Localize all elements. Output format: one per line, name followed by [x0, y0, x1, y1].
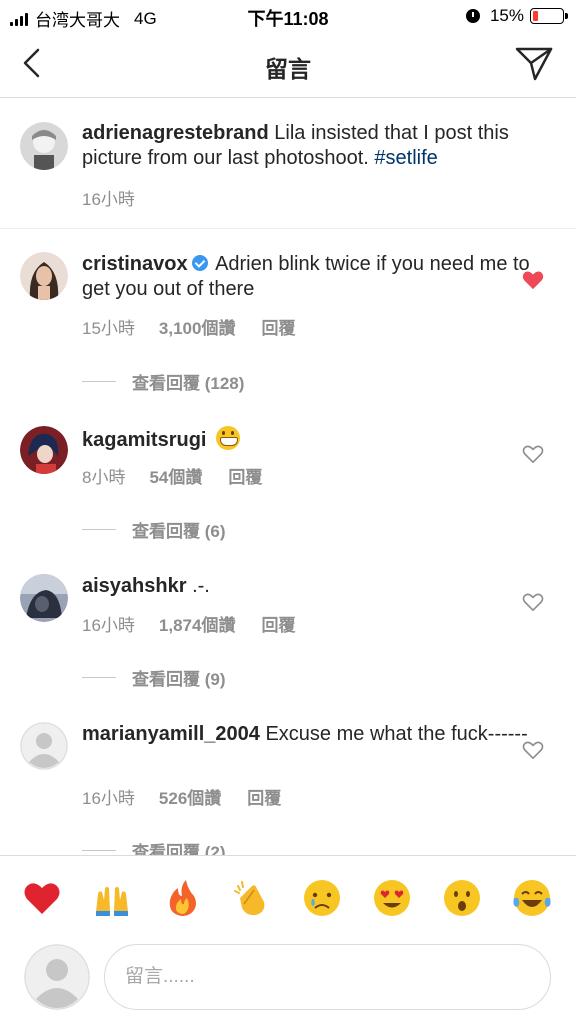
- comment-likes[interactable]: 3,100個讚: [159, 314, 236, 339]
- divider-line: [82, 677, 116, 678]
- divider-line: [82, 850, 116, 851]
- raising-hands-emoji-button[interactable]: [92, 878, 132, 918]
- view-replies-button[interactable]: 查看回覆 (6): [82, 517, 226, 542]
- crying-face-emoji-button[interactable]: [302, 878, 342, 918]
- page-title: 留言: [265, 56, 311, 82]
- heart-outline-icon[interactable]: [522, 592, 544, 612]
- comment-meta: 16小時 1,874個讚 回覆: [82, 611, 295, 636]
- comment-likes[interactable]: 1,874個讚: [159, 611, 236, 636]
- current-user-avatar: [24, 944, 90, 1010]
- avatar[interactable]: [20, 252, 68, 300]
- view-replies-button[interactable]: 查看回覆 (9): [82, 665, 226, 690]
- battery-icon: [530, 8, 568, 24]
- verified-badge-icon: [191, 255, 208, 271]
- status-right: 15%: [465, 6, 568, 26]
- status-bar: 台湾大哥大 4G 下午11:08 15%: [0, 0, 576, 32]
- reply-button[interactable]: 回覆: [261, 314, 295, 339]
- reply-button[interactable]: 回覆: [247, 784, 281, 809]
- avatar[interactable]: [20, 426, 68, 474]
- comment-composer: [0, 941, 576, 1024]
- comment-text: kagamitsrugi: [82, 426, 552, 453]
- view-replies-button[interactable]: 查看回覆 (128): [82, 369, 244, 394]
- red-heart-emoji-button[interactable]: [22, 878, 62, 918]
- heart-outline-icon[interactable]: [522, 740, 544, 760]
- caption-meta: 16小時: [82, 185, 135, 210]
- comment-time: 8小時: [82, 468, 126, 487]
- hashtag-link[interactable]: #setlife: [374, 147, 437, 169]
- comment-meta: 16小時 526個讚 回覆: [82, 784, 281, 809]
- paper-plane-icon[interactable]: [514, 46, 554, 82]
- comment-username[interactable]: marianyamill_2004: [82, 723, 260, 745]
- battery-percent: 15%: [489, 6, 524, 25]
- comment-time: 15小時: [82, 319, 135, 338]
- caption-text: adrienagrestebrand Lila insisted that I …: [82, 121, 552, 171]
- comment-body: .-.: [192, 575, 210, 597]
- surprised-face-emoji-button[interactable]: [442, 878, 482, 918]
- reply-button[interactable]: 回覆: [228, 463, 262, 488]
- comment-likes[interactable]: 526個讚: [159, 784, 221, 809]
- alarm-icon: [465, 9, 480, 23]
- divider-line: [82, 381, 116, 382]
- comment-body: Excuse me what the fuck------: [265, 723, 528, 745]
- comment-text: cristinavox Adrien blink twice if you ne…: [82, 252, 552, 302]
- post-caption: adrienagrestebrand Lila insisted that I …: [0, 99, 576, 229]
- comment-likes[interactable]: 54個讚: [149, 463, 202, 488]
- comment-username[interactable]: cristinavox: [82, 253, 188, 275]
- avatar[interactable]: [20, 574, 68, 622]
- emoji-reaction-bar: [0, 855, 576, 941]
- comment-username[interactable]: kagamitsrugi: [82, 429, 206, 451]
- liked-heart-icon[interactable]: [522, 270, 544, 290]
- heart-eyes-emoji-button[interactable]: [372, 878, 412, 918]
- grinning-face-emoji: [216, 426, 241, 450]
- clapping-hands-emoji-button[interactable]: [232, 878, 272, 918]
- caption-username[interactable]: adrienagrestebrand: [82, 122, 269, 144]
- header: 留言: [0, 32, 576, 98]
- caption-time: 16小時: [82, 190, 135, 209]
- tears-of-joy-emoji-button[interactable]: [512, 878, 552, 918]
- comment-text: aisyahshkr .-.: [82, 574, 552, 599]
- comment-username[interactable]: aisyahshkr: [82, 575, 187, 597]
- avatar[interactable]: [20, 722, 68, 770]
- view-replies-label: 查看回覆 (6): [132, 522, 226, 541]
- view-replies-label: 查看回覆 (128): [132, 374, 245, 393]
- divider-line: [82, 529, 116, 530]
- avatar[interactable]: [20, 122, 68, 170]
- view-replies-label: 查看回覆 (9): [132, 670, 226, 689]
- comment-time: 16小時: [82, 616, 135, 635]
- comment-input[interactable]: [104, 944, 551, 1010]
- comment-text: marianyamill_2004 Excuse me what the fuc…: [82, 722, 552, 747]
- reply-button[interactable]: 回覆: [261, 611, 295, 636]
- comment-meta: 15小時 3,100個讚 回覆: [82, 314, 295, 339]
- chevron-left-icon[interactable]: [18, 46, 48, 80]
- fire-emoji-button[interactable]: [162, 878, 202, 918]
- comment-time: 16小時: [82, 789, 135, 808]
- comment-meta: 8小時 54個讚 回覆: [82, 463, 262, 488]
- heart-outline-icon[interactable]: [522, 444, 544, 464]
